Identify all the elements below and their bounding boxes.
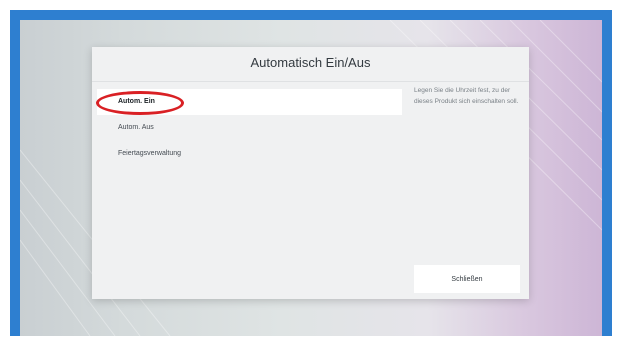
photo-frame: Automatisch Ein/Aus Autom. Ein Autom. Au…	[0, 0, 622, 338]
menu-item-autom-ein[interactable]: Autom. Ein	[97, 89, 402, 115]
dialog-title: Automatisch Ein/Aus	[92, 53, 529, 73]
title-divider	[92, 81, 529, 82]
close-button[interactable]: Schließen	[414, 265, 520, 293]
help-text: Legen Sie die Uhrzeit fest, zu der diese…	[414, 87, 519, 105]
menu-list: Autom. Ein Autom. Aus Feiertagsverwaltun…	[92, 89, 402, 167]
dialog-title-text: Automatisch Ein/Aus	[250, 55, 371, 70]
auto-power-dialog: Automatisch Ein/Aus Autom. Ein Autom. Au…	[92, 47, 529, 299]
menu-item-autom-aus[interactable]: Autom. Aus	[92, 115, 402, 141]
menu-item-feiertagsverwaltung[interactable]: Feiertagsverwaltung	[92, 141, 402, 167]
